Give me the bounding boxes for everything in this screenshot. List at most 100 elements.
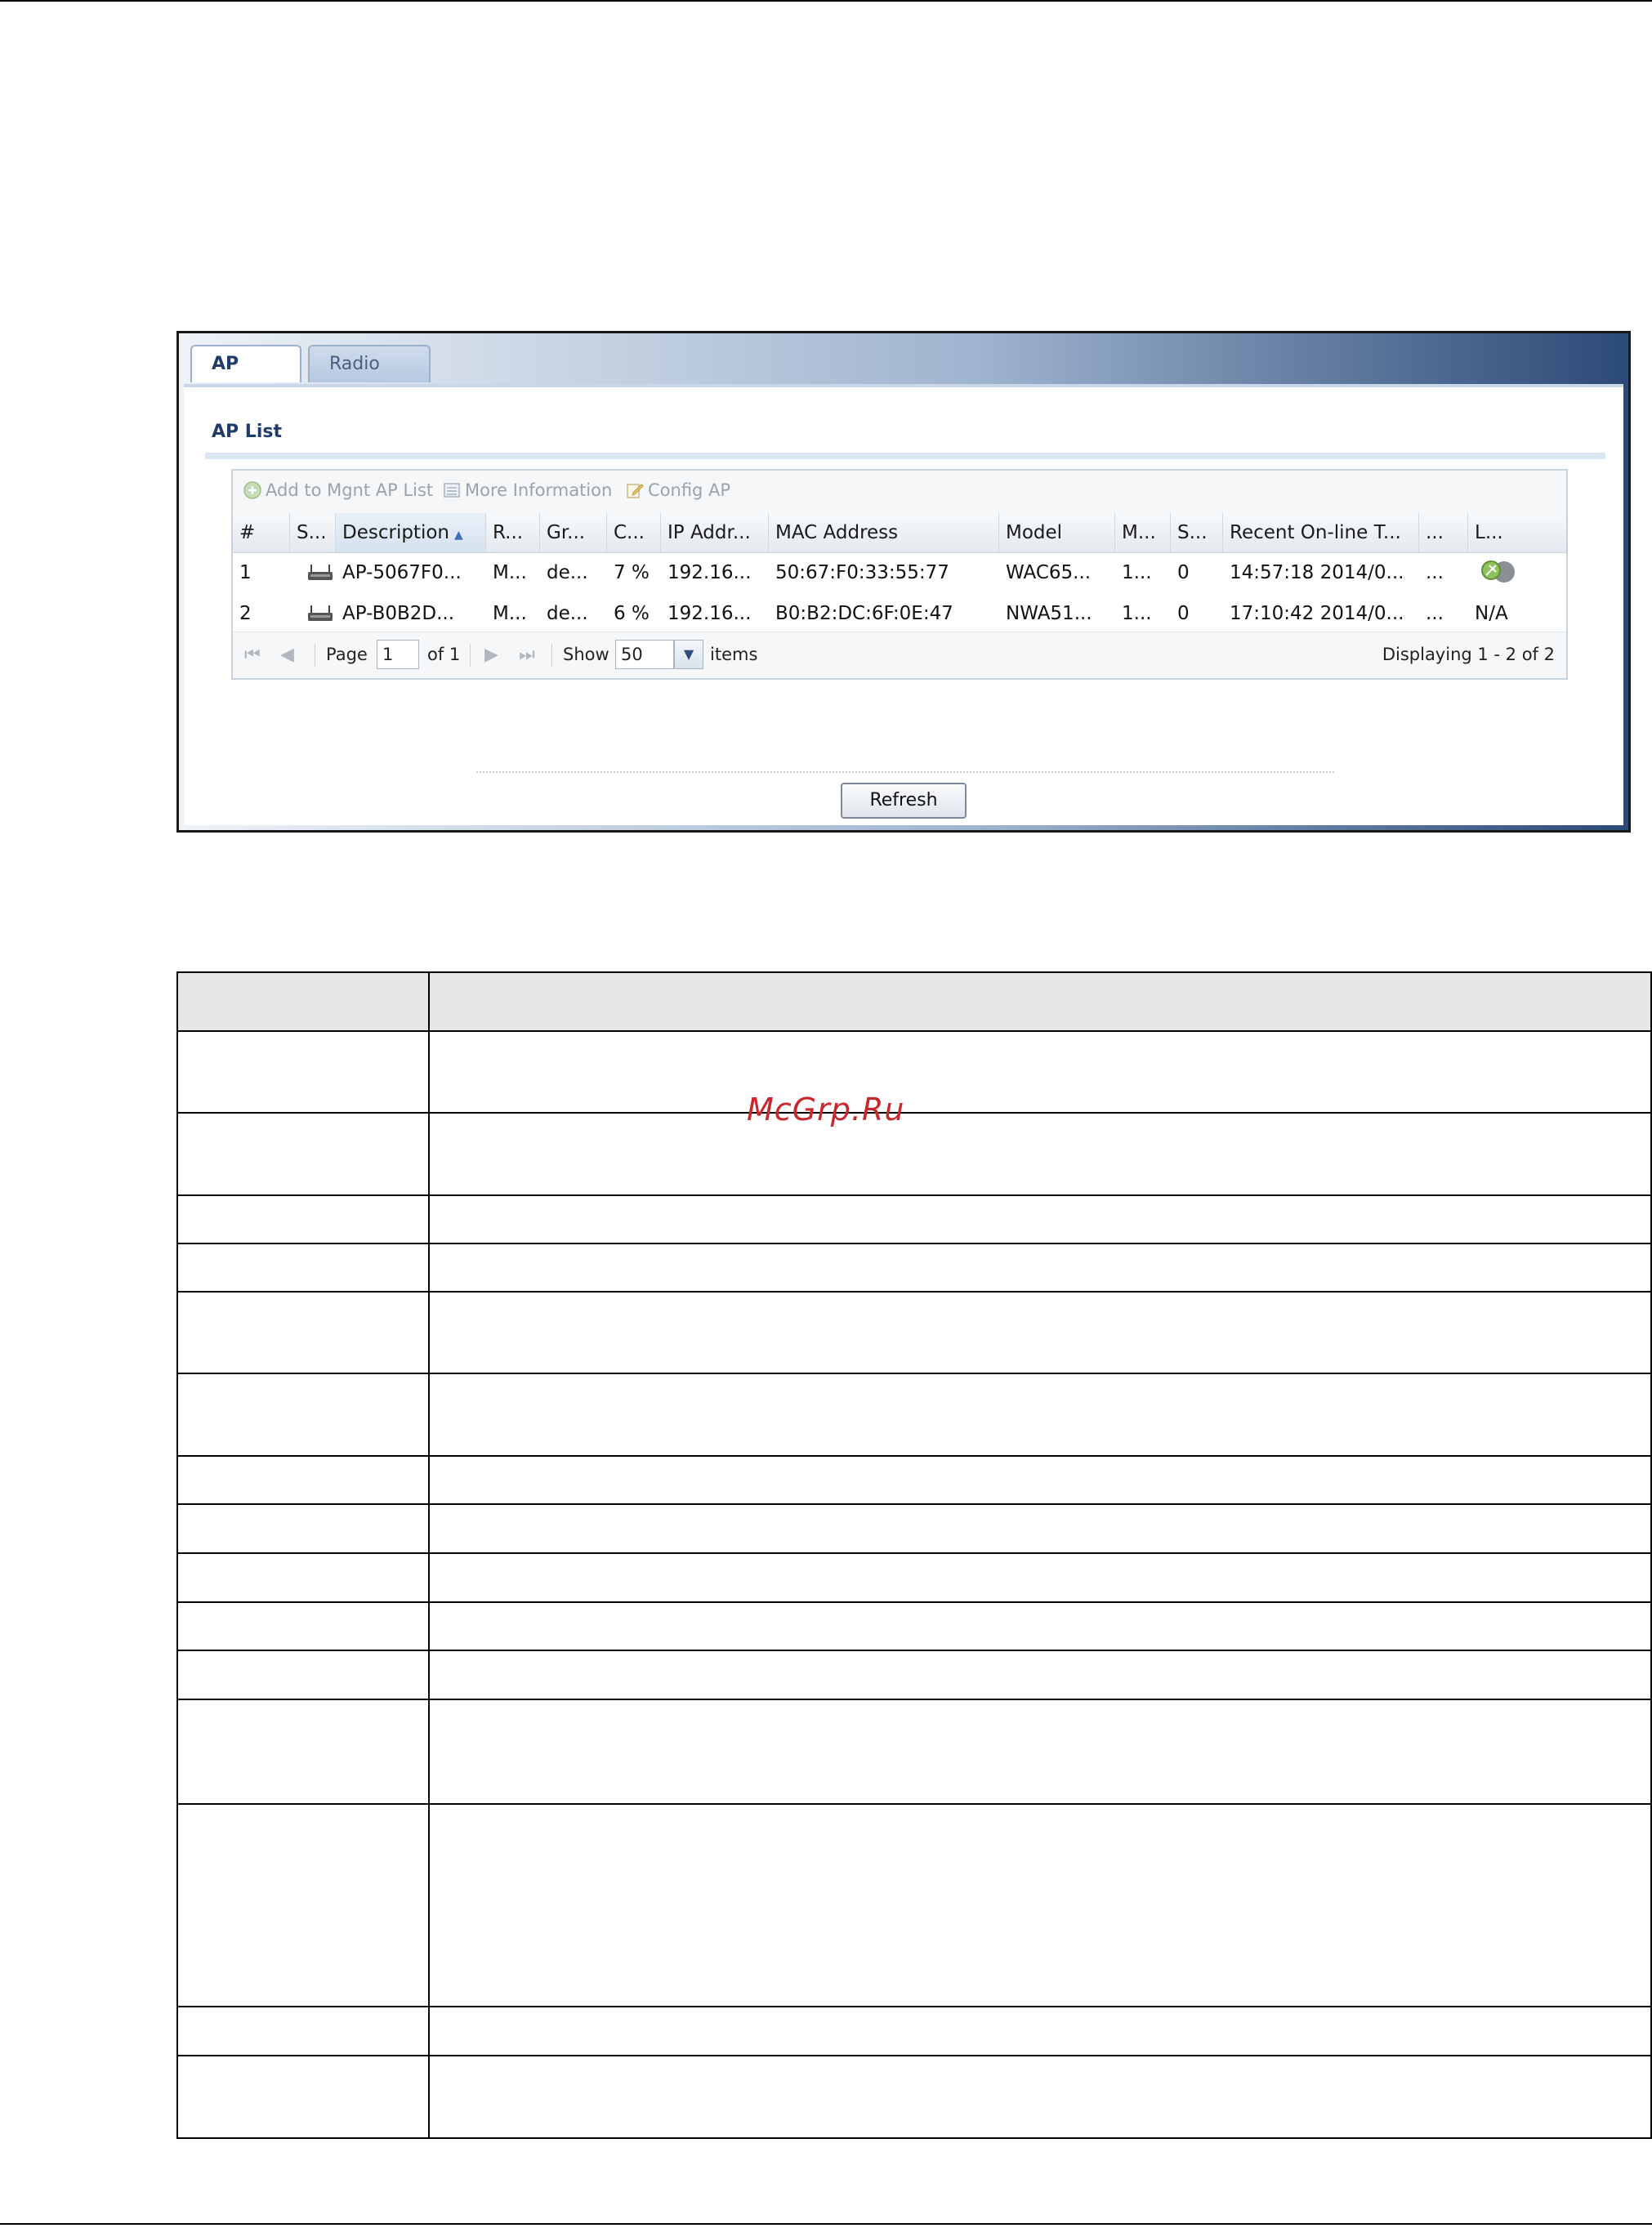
pager-separator bbox=[551, 644, 552, 667]
table-cell bbox=[176, 2006, 430, 2056]
info-list-icon bbox=[444, 483, 460, 498]
table-cell bbox=[176, 2055, 430, 2139]
cell-number: 2 bbox=[239, 603, 252, 624]
refresh-button[interactable]: Refresh bbox=[841, 783, 967, 819]
page-number-input[interactable]: 1 bbox=[377, 640, 419, 669]
cell-group: de... bbox=[547, 562, 588, 583]
table-cell bbox=[176, 971, 430, 1032]
add-to-mgnt-button[interactable]: Add to Mgnt AP List bbox=[243, 480, 433, 500]
table-cell bbox=[428, 1699, 1652, 1805]
col-l[interactable]: L... bbox=[1468, 513, 1566, 552]
table-cell bbox=[176, 1503, 430, 1554]
table-row bbox=[176, 1455, 1652, 1505]
cell-s: 0 bbox=[1177, 603, 1190, 624]
cell-r: M... bbox=[493, 603, 527, 624]
table-cell bbox=[176, 1030, 430, 1114]
cell-recent: 14:57:18 2014/0... bbox=[1230, 562, 1404, 583]
table-row bbox=[176, 1030, 1652, 1114]
table-row bbox=[176, 2055, 1652, 2139]
cell-ip: 192.16... bbox=[667, 562, 752, 583]
table-cell bbox=[176, 1699, 430, 1805]
cell-m: 1... bbox=[1122, 562, 1152, 583]
page-size-select[interactable]: 50 bbox=[615, 640, 674, 669]
cell-ip: 192.16... bbox=[667, 603, 752, 624]
cell-l: N/A bbox=[1475, 603, 1508, 624]
cell-more: ... bbox=[1426, 603, 1444, 624]
pagination-bar: ⏮ ◀ Page 1 of 1 ▶ ⏭ Show 50 ▼ items Disp… bbox=[233, 632, 1566, 678]
col-number[interactable]: # bbox=[233, 513, 290, 552]
tab-bar: AP List Radio List bbox=[179, 333, 1628, 410]
section-divider bbox=[205, 453, 1605, 459]
bottom-rule bbox=[0, 2223, 1652, 2225]
screen-body: AP List Add to Mgnt AP List More Informa… bbox=[184, 384, 1623, 825]
add-icon bbox=[243, 481, 261, 499]
page-label: Page bbox=[326, 645, 368, 664]
table-cell bbox=[176, 1373, 430, 1457]
ap-device-icon bbox=[300, 593, 336, 634]
table-row bbox=[176, 1291, 1652, 1374]
cell-model: NWA51... bbox=[1006, 603, 1092, 624]
table-cell bbox=[176, 1455, 430, 1505]
grid-header: # S... Description ▲ R... Gr... C... IP A… bbox=[233, 513, 1566, 553]
table-row bbox=[176, 1503, 1652, 1554]
col-s[interactable]: S... bbox=[1171, 513, 1223, 552]
table-header-row bbox=[176, 971, 1652, 1032]
table-row bbox=[176, 1243, 1652, 1293]
col-m[interactable]: M... bbox=[1115, 513, 1171, 552]
first-page-icon[interactable]: ⏮ bbox=[244, 645, 261, 665]
top-rule bbox=[0, 0, 1652, 2]
table-row bbox=[176, 1699, 1652, 1805]
table-row[interactable]: 1 AP-5067F0... M... de... 7 % 192.16... … bbox=[233, 552, 1566, 593]
table-row bbox=[176, 2006, 1652, 2056]
table-cell bbox=[176, 1601, 430, 1651]
table-cell bbox=[176, 1243, 430, 1293]
col-model[interactable]: Model bbox=[999, 513, 1115, 552]
table-cell bbox=[428, 1503, 1652, 1554]
table-cell bbox=[428, 1650, 1652, 1700]
tab-ap-list[interactable]: AP List bbox=[190, 345, 301, 410]
col-description[interactable]: Description ▲ bbox=[336, 513, 486, 552]
tab-radio-list[interactable]: Radio List bbox=[308, 345, 431, 410]
cell-r: M... bbox=[493, 562, 527, 583]
table-cell bbox=[176, 1803, 430, 2007]
table-cell bbox=[428, 2055, 1652, 2139]
table-cell bbox=[428, 1455, 1652, 1505]
col-more[interactable]: ... bbox=[1419, 513, 1468, 552]
cell-m: 1... bbox=[1122, 603, 1152, 624]
watermark: McGrp.Ru bbox=[747, 1092, 905, 1127]
description-table bbox=[176, 971, 1652, 2139]
section-title: AP List bbox=[212, 422, 282, 442]
col-recent-online-time[interactable]: Recent On-line T... bbox=[1223, 513, 1419, 552]
col-r[interactable]: R... bbox=[486, 513, 540, 552]
chevron-down-icon[interactable]: ▼ bbox=[674, 640, 703, 669]
table-cell bbox=[428, 2006, 1652, 2056]
table-row bbox=[176, 1601, 1652, 1651]
add-to-mgnt-label: Add to Mgnt AP List bbox=[266, 480, 434, 500]
next-page-icon[interactable]: ▶ bbox=[484, 645, 498, 665]
previous-page-icon[interactable]: ◀ bbox=[280, 645, 294, 665]
col-description-label: Description bbox=[342, 522, 449, 543]
cell-l bbox=[1468, 552, 1566, 593]
table-cell bbox=[176, 1194, 430, 1244]
more-information-button[interactable]: More Information bbox=[442, 480, 612, 500]
more-information-label: More Information bbox=[465, 480, 613, 500]
cell-group: de... bbox=[547, 603, 588, 624]
table-row bbox=[176, 1803, 1652, 2007]
displaying-label: Displaying 1 - 2 of 2 bbox=[1382, 645, 1555, 664]
grid-toolbar: Add to Mgnt AP List More Information Con… bbox=[233, 471, 1566, 514]
col-status[interactable]: S... bbox=[290, 513, 336, 552]
col-mac-address[interactable]: MAC Address bbox=[769, 513, 999, 552]
edit-icon bbox=[627, 484, 644, 498]
config-ap-button[interactable]: Config AP bbox=[625, 480, 730, 500]
col-group[interactable]: Gr... bbox=[540, 513, 607, 552]
col-ip-address[interactable]: IP Addr... bbox=[661, 513, 769, 552]
col-c[interactable]: C... bbox=[607, 513, 661, 552]
table-cell bbox=[428, 1243, 1652, 1293]
table-cell bbox=[428, 1373, 1652, 1457]
table-row[interactable]: 2 AP-B0B2D... M... de... 6 % 192.16... B… bbox=[233, 593, 1566, 634]
cell-description: AP-5067F0... bbox=[342, 562, 462, 583]
table-cell bbox=[176, 1112, 430, 1196]
last-page-icon[interactable]: ⏭ bbox=[519, 645, 535, 665]
show-label: Show bbox=[563, 645, 609, 664]
table-cell bbox=[176, 1552, 430, 1603]
